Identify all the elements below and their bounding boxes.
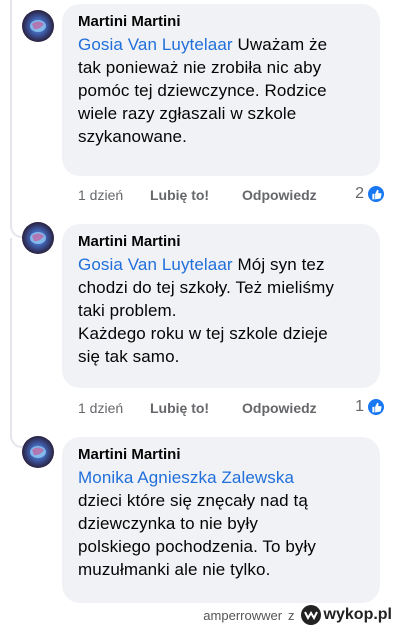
wykop-logo-text: wykop.pl: [323, 606, 392, 623]
comment-actions: 1 dzień Lubię to! Odpowiedz 2: [78, 184, 390, 206]
comment-author[interactable]: Martini Martini: [78, 12, 366, 32]
reply-button[interactable]: Odpowiedz: [242, 187, 317, 203]
mention-link[interactable]: Gosia Van Luytelaar: [78, 35, 233, 54]
comment-text-line: Mój syn tez: [232, 255, 325, 274]
comment-text-line: tak ponieważ nie zrobiła nic aby: [78, 58, 322, 77]
comment-text-line: Uważam że: [232, 35, 328, 54]
comment-author[interactable]: Martini Martini: [78, 445, 366, 465]
wykop-logo: wykop.pl: [300, 605, 392, 625]
comment-timestamp[interactable]: 1 dzień: [78, 400, 150, 416]
avatar-image: [30, 20, 46, 32]
thread-line: [10, 238, 12, 438]
comment-text: Monika Agnieszka Zalewska dzieci które s…: [78, 466, 366, 581]
watermark-username: amperrowwer: [203, 607, 283, 623]
thread-line: [10, 0, 12, 228]
reaction-summary[interactable]: 2: [355, 184, 386, 204]
comment-text-line: dzieci które się znęcały nad tą: [78, 491, 308, 510]
thread-connector: [10, 432, 24, 448]
comment-text-line: pomóc tej dziewczynce. Rodzice: [78, 81, 327, 100]
comment-text-line: chodzi do tej szkoły. Też mieliśmy: [78, 278, 334, 297]
comment-text-line: taki problem.: [78, 301, 177, 320]
comment-timestamp[interactable]: 1 dzień: [78, 187, 150, 203]
avatar[interactable]: [22, 222, 54, 254]
avatar[interactable]: [22, 10, 54, 42]
wykop-logo-icon: [300, 605, 321, 625]
thumbs-up-icon: [366, 184, 386, 204]
comment-text: Gosia Van Luytelaar Uważam że tak poniew…: [78, 33, 366, 148]
comment-text-line: się tak samo.: [78, 347, 180, 366]
like-button[interactable]: Lubię to!: [150, 400, 242, 416]
comment-text-line: Każdego roku w tej szkole dzieje: [78, 324, 328, 343]
mention-link[interactable]: Gosia Van Luytelaar: [78, 255, 233, 274]
comment-author[interactable]: Martini Martini: [78, 232, 366, 252]
comment-text-line: muzułmanki ale nie tylko.: [78, 560, 271, 579]
comment-bubble: Martini Martini Monika Agnieszka Zalewsk…: [62, 437, 380, 603]
avatar-image: [30, 446, 46, 458]
avatar-image: [30, 232, 46, 244]
comment-bubble: Martini Martini Gosia Van Luytelaar Mój …: [62, 224, 380, 388]
thumbs-up-icon: [366, 397, 386, 417]
like-button[interactable]: Lubię to!: [150, 187, 242, 203]
comment-actions: 1 dzień Lubię to! Odpowiedz 1: [78, 397, 390, 419]
watermark-separator: z: [288, 607, 295, 623]
mention-link[interactable]: Monika Agnieszka Zalewska: [78, 466, 366, 489]
reaction-summary[interactable]: 1: [355, 397, 386, 417]
avatar[interactable]: [22, 436, 54, 468]
comment-text-line: szykanowane.: [78, 127, 187, 146]
reaction-count: 1: [355, 398, 364, 415]
comment-text-line: dziewczynka to nie były: [78, 514, 258, 533]
comment-text-line: wiele razy zgłaszali w szkole: [78, 104, 297, 123]
comment-bubble: Martini Martini Gosia Van Luytelaar Uważ…: [62, 4, 380, 176]
reply-button[interactable]: Odpowiedz: [242, 400, 317, 416]
reaction-count: 2: [355, 185, 364, 202]
comment-text: Gosia Van Luytelaar Mój syn tez chodzi d…: [78, 253, 366, 368]
watermark: amperrowwer z wykop.pl: [203, 605, 392, 625]
comment-text-line: polskiego pochodzenia. To były: [78, 537, 317, 556]
